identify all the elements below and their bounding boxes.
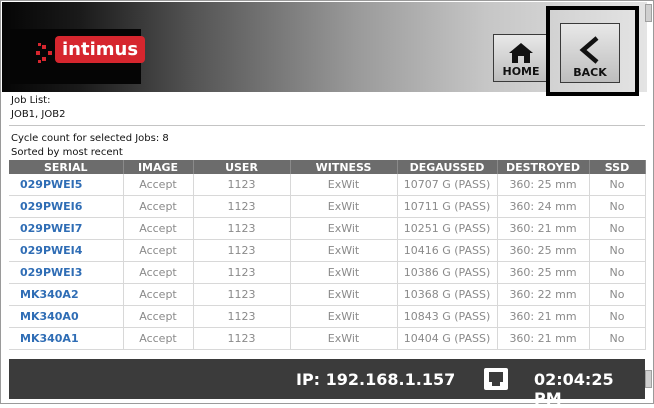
cell-user: 1123 xyxy=(193,261,291,284)
table-row[interactable]: MK340A0 Accept 1123 ExWit 10843 G (PASS)… xyxy=(9,305,646,328)
cell-degaussed: 10416 G (PASS) xyxy=(397,239,498,262)
cell-ssd: No xyxy=(589,261,646,284)
cell-degaussed: 10711 G (PASS) xyxy=(397,195,498,218)
jobs-table: SERIAL IMAGE USER WITNESS DEGAUSSED DEST… xyxy=(9,160,646,350)
cell-degaussed: 10251 G (PASS) xyxy=(397,217,498,240)
cell-ssd: No xyxy=(589,305,646,328)
cell-user: 1123 xyxy=(193,195,291,218)
cell-serial[interactable]: 029PWEI3 xyxy=(9,261,124,284)
col-header-ssd[interactable]: SSD xyxy=(589,160,646,174)
cell-user: 1123 xyxy=(193,217,291,240)
cell-serial[interactable]: MK340A2 xyxy=(9,283,124,306)
cell-destroyed: 360: 21 mm xyxy=(497,217,590,240)
cell-ssd: No xyxy=(589,174,646,196)
job-list-value: JOB1, JOB2 xyxy=(11,109,66,120)
cell-destroyed: 360: 25 mm xyxy=(497,174,590,196)
col-header-user[interactable]: USER xyxy=(193,160,291,174)
scrollbar-bottom[interactable] xyxy=(645,370,652,388)
cell-witness: ExWit xyxy=(290,305,398,328)
scrollbar-top[interactable] xyxy=(645,4,652,22)
col-header-destroyed[interactable]: DESTROYED xyxy=(497,160,590,174)
back-button[interactable]: BACK xyxy=(560,23,620,83)
col-header-degaussed[interactable]: DEGAUSSED xyxy=(397,160,498,174)
cell-degaussed: 10368 G (PASS) xyxy=(397,283,498,306)
cell-degaussed: 10843 G (PASS) xyxy=(397,305,498,328)
cell-ssd: No xyxy=(589,327,646,350)
cell-serial[interactable]: 029PWEI5 xyxy=(9,174,124,196)
cell-destroyed: 360: 24 mm xyxy=(497,195,590,218)
ip-address: IP: 192.168.1.157 xyxy=(296,370,456,389)
cell-user: 1123 xyxy=(193,283,291,306)
table-row[interactable]: MK340A1 Accept 1123 ExWit 10404 G (PASS)… xyxy=(9,327,646,350)
cell-degaussed: 10707 G (PASS) xyxy=(397,174,498,196)
cell-destroyed: 360: 25 mm xyxy=(497,239,590,262)
cell-user: 1123 xyxy=(193,239,291,262)
cell-ssd: No xyxy=(589,217,646,240)
cell-degaussed: 10386 G (PASS) xyxy=(397,261,498,284)
cell-user: 1123 xyxy=(193,305,291,328)
intimus-logo: intimus xyxy=(10,29,146,84)
sort-note: Sorted by most recent xyxy=(11,147,123,158)
job-list-label: Job List: xyxy=(11,95,51,106)
table-header-row: SERIAL IMAGE USER WITNESS DEGAUSSED DEST… xyxy=(9,160,646,174)
cell-user: 1123 xyxy=(193,174,291,196)
cell-ssd: No xyxy=(589,239,646,262)
divider xyxy=(9,125,645,126)
logo-text: intimus xyxy=(55,36,146,63)
cell-witness: ExWit xyxy=(290,283,398,306)
status-bar: IP: 192.168.1.157 02:04:25 PM xyxy=(9,359,645,408)
cell-witness: ExWit xyxy=(290,195,398,218)
cell-image: Accept xyxy=(123,217,194,240)
cell-witness: ExWit xyxy=(290,239,398,262)
cell-image: Accept xyxy=(123,283,194,306)
logo-dots-icon xyxy=(36,43,56,63)
cycle-count: Cycle count for selected Jobs: 8 xyxy=(11,133,169,144)
clock: 02:04:25 PM xyxy=(534,370,614,408)
col-header-witness[interactable]: WITNESS xyxy=(290,160,398,174)
cell-user: 1123 xyxy=(193,327,291,350)
cell-destroyed: 360: 22 mm xyxy=(497,283,590,306)
cell-serial[interactable]: MK340A1 xyxy=(9,327,124,350)
back-label: BACK xyxy=(573,66,607,79)
home-button[interactable]: HOME xyxy=(493,34,549,82)
cell-image: Accept xyxy=(123,261,194,284)
home-icon xyxy=(509,43,533,63)
table-row[interactable]: 029PWEI7 Accept 1123 ExWit 10251 G (PASS… xyxy=(9,217,646,240)
cell-serial[interactable]: MK340A0 xyxy=(9,305,124,328)
cell-image: Accept xyxy=(123,305,194,328)
home-label: HOME xyxy=(502,65,540,78)
cell-witness: ExWit xyxy=(290,174,398,196)
cell-serial[interactable]: 029PWEI6 xyxy=(9,195,124,218)
cell-destroyed: 360: 21 mm xyxy=(497,327,590,350)
cell-witness: ExWit xyxy=(290,217,398,240)
cell-serial[interactable]: 029PWEI4 xyxy=(9,239,124,262)
col-header-serial[interactable]: SERIAL xyxy=(9,160,124,174)
cell-image: Accept xyxy=(123,327,194,350)
cell-destroyed: 360: 25 mm xyxy=(497,261,590,284)
cell-witness: ExWit xyxy=(290,261,398,284)
table-row[interactable]: 029PWEI4 Accept 1123 ExWit 10416 G (PASS… xyxy=(9,239,646,262)
cell-witness: ExWit xyxy=(290,327,398,350)
cell-degaussed: 10404 G (PASS) xyxy=(397,327,498,350)
cell-ssd: No xyxy=(589,195,646,218)
cell-image: Accept xyxy=(123,239,194,262)
cell-image: Accept xyxy=(123,174,194,196)
table-row[interactable]: MK340A2 Accept 1123 ExWit 10368 G (PASS)… xyxy=(9,283,646,306)
table-row[interactable]: 029PWEI5 Accept 1123 ExWit 10707 G (PASS… xyxy=(9,174,646,196)
network-icon[interactable] xyxy=(484,368,508,390)
cell-ssd: No xyxy=(589,283,646,306)
cell-serial[interactable]: 029PWEI7 xyxy=(9,217,124,240)
table-row[interactable]: 029PWEI3 Accept 1123 ExWit 10386 G (PASS… xyxy=(9,261,646,284)
table-row[interactable]: 029PWEI6 Accept 1123 ExWit 10711 G (PASS… xyxy=(9,195,646,218)
cell-destroyed: 360: 21 mm xyxy=(497,305,590,328)
cell-image: Accept xyxy=(123,195,194,218)
chevron-left-icon xyxy=(579,36,599,64)
col-header-image[interactable]: IMAGE xyxy=(123,160,194,174)
